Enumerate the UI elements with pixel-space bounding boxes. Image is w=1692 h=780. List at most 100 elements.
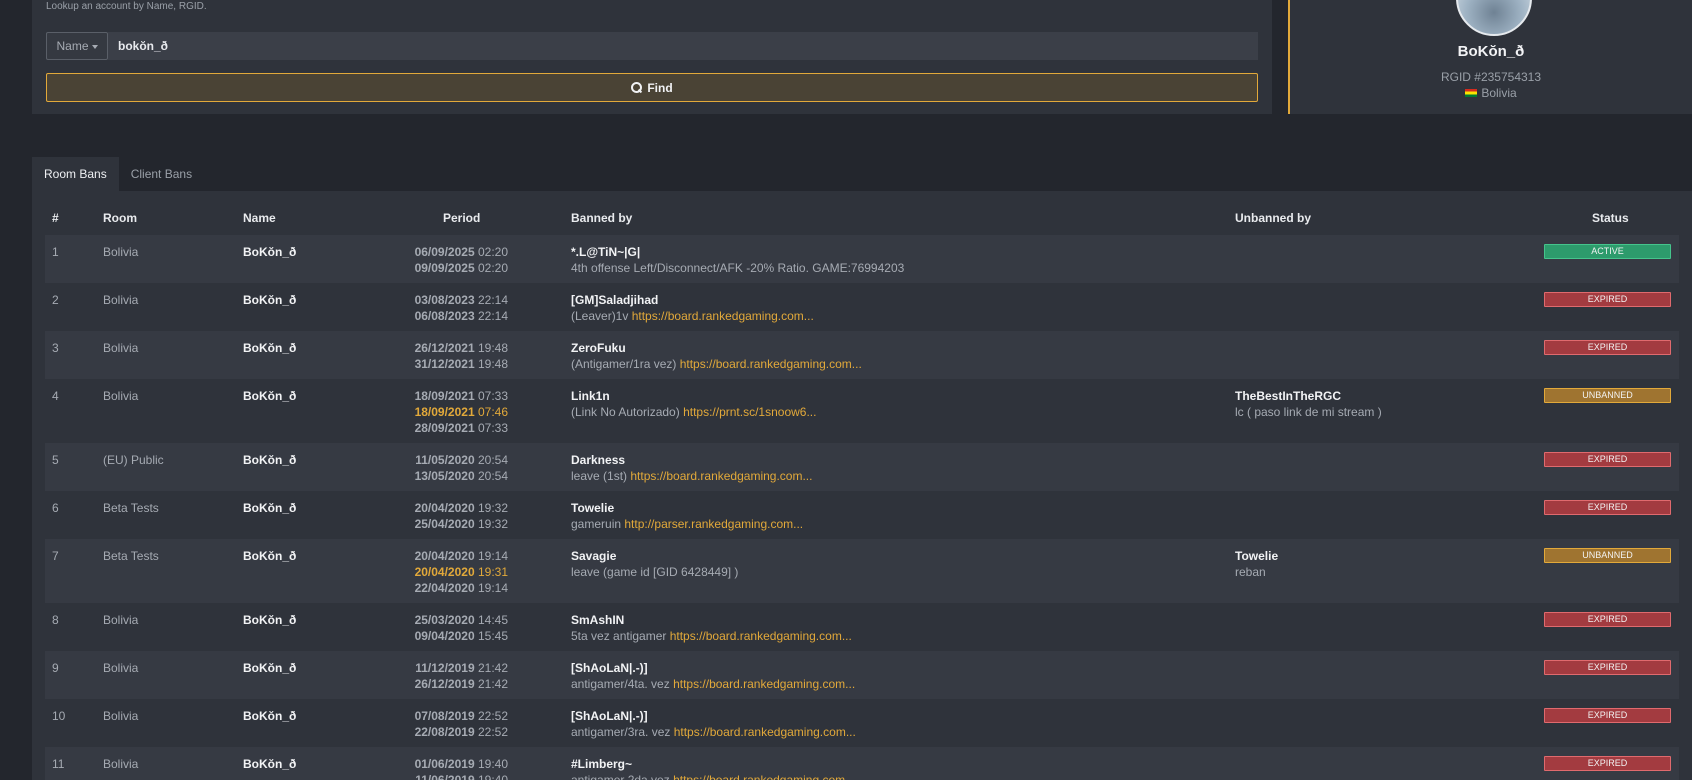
status-badge: UNBANNED — [1544, 388, 1671, 403]
ban-reason: (Antigamer/1ra vez) https://board.ranked… — [571, 356, 862, 372]
search-input[interactable] — [108, 32, 1258, 60]
period-line: 31/12/2021 19:48 — [413, 356, 508, 372]
ban-evidence-link[interactable]: https://prnt.sc/1snoow6... — [683, 405, 816, 419]
row-room: Bolivia — [103, 293, 139, 307]
ban-evidence-link[interactable]: https://board.rankedgaming.com... — [630, 469, 812, 483]
row-number: 9 — [52, 661, 59, 675]
row-player-name[interactable]: BoKŏn_ð — [243, 708, 296, 724]
table-row: 7 Beta Tests BoKŏn_ð 20/04/2020 19:14 20/04/… — [45, 539, 1679, 603]
row-period: 07/08/2019 22:52 22/08/2019 22:52 — [413, 708, 508, 740]
room-bans-table: # Room Name Period Banned by Unbanned by… — [32, 191, 1692, 780]
row-unbanned-by: TheBestInTheRGC lc ( paso link de mi stre… — [1235, 388, 1382, 420]
row-period: 03/08/2023 22:14 06/08/2023 22:14 — [413, 292, 508, 324]
banned-by-name[interactable]: Towelie — [571, 500, 803, 516]
row-banned-by: SmAshIN 5ta vez antigamer https://board.r… — [571, 612, 852, 644]
ban-evidence-link[interactable]: http://parser.rankedgaming.com... — [624, 517, 803, 531]
table-row: 5 (EU) Public BoKŏn_ð 11/05/2020 20:54 13/05… — [45, 443, 1679, 491]
period-time: 19:14 — [477, 549, 508, 563]
find-button[interactable]: Find — [46, 73, 1258, 102]
tab-client-bans[interactable]: Client Bans — [119, 157, 204, 191]
table-body: 1 Bolivia BoKŏn_ð 06/09/2025 02:20 09/09/202… — [45, 235, 1679, 780]
status-badge: EXPIRED — [1544, 500, 1671, 515]
period-line: 11/06/2019 19:40 — [413, 772, 508, 780]
period-time: 02:20 — [477, 261, 508, 275]
header-unbanned-by: Unbanned by — [1235, 211, 1312, 225]
period-date: 31/12/2021 — [414, 357, 475, 371]
ban-reason-text: antigamer 2da vez — [571, 773, 674, 780]
ban-evidence-link[interactable]: https://board.rankedgaming.com... — [674, 725, 856, 739]
unbanned-by-name[interactable]: TheBestInTheRGC — [1235, 388, 1382, 404]
row-player-name[interactable]: BoKŏn_ð — [243, 756, 296, 772]
ban-reason: leave (game id [GID 6428449] ) — [571, 564, 738, 580]
unbanned-by-name[interactable]: Towelie — [1235, 548, 1278, 564]
period-date: 22/08/2019 — [414, 725, 475, 739]
banned-by-name[interactable]: Link1n — [571, 388, 816, 404]
profile-country-label: Bolivia — [1481, 86, 1517, 100]
period-date: 11/06/2019 — [415, 773, 475, 780]
row-player-name[interactable]: BoKŏn_ð — [243, 388, 296, 404]
period-time: 20:54 — [477, 453, 508, 467]
ban-reason-text: antigamer/4ta. vez — [571, 677, 674, 691]
banned-by-name[interactable]: Darkness — [571, 452, 812, 468]
period-time: 20:54 — [477, 469, 508, 483]
ban-reason-text: (Antigamer/1ra vez) — [571, 357, 680, 371]
row-unbanned-by: Towelie reban — [1235, 548, 1278, 580]
search-type-dropdown[interactable]: Name — [46, 32, 108, 60]
tab-room-bans[interactable]: Room Bans — [32, 157, 119, 191]
header-num: # — [52, 211, 59, 225]
period-time: 19:48 — [477, 341, 508, 355]
period-time: 21:42 — [477, 677, 508, 691]
row-player-name[interactable]: BoKŏn_ð — [243, 244, 296, 260]
period-time: 19:14 — [477, 581, 508, 595]
period-time: 19:40 — [477, 757, 508, 771]
row-banned-by: Towelie gameruin http://parser.rankedgami… — [571, 500, 803, 532]
ban-evidence-link[interactable]: https://board.rankedgaming.com... — [673, 677, 855, 691]
status-badge: EXPIRED — [1544, 452, 1671, 467]
status-badge: EXPIRED — [1544, 340, 1671, 355]
period-date: 06/09/2025 — [414, 245, 475, 259]
search-type-label: Name — [56, 39, 89, 53]
row-number: 4 — [52, 389, 59, 403]
ban-evidence-link[interactable]: https://board.rankedgaming.com... — [632, 309, 814, 323]
banned-by-name[interactable]: [GM]Saladjihad — [571, 292, 814, 308]
profile-country: Bolivia — [1290, 86, 1692, 100]
ban-reason-text: leave (1st) — [571, 469, 631, 483]
period-date: 11/12/2019 — [415, 661, 475, 675]
period-time: 19:48 — [477, 357, 508, 371]
row-player-name[interactable]: BoKŏn_ð — [243, 612, 296, 628]
row-number: 7 — [52, 549, 59, 563]
row-player-name[interactable]: BoKŏn_ð — [243, 292, 296, 308]
banned-by-name[interactable]: ZeroFuku — [571, 340, 862, 356]
ban-reason: (Leaver)1v https://board.rankedgaming.co… — [571, 308, 814, 324]
find-button-label: Find — [647, 80, 673, 95]
avatar — [1456, 0, 1532, 36]
period-time: 07:46 — [477, 405, 508, 419]
period-time: 22:14 — [477, 293, 508, 307]
ban-tabs: Room Bans Client Bans — [32, 157, 204, 191]
banned-by-name[interactable]: [ShAoLaN|.-)] — [571, 660, 855, 676]
row-player-name[interactable]: BoKŏn_ð — [243, 340, 296, 356]
row-player-name[interactable]: BoKŏn_ð — [243, 452, 296, 468]
ban-evidence-link[interactable]: https://board.rankedgaming.com... — [670, 629, 852, 643]
banned-by-name[interactable]: *.L@TiN~|G| — [571, 244, 904, 260]
period-date: 20/04/2020 — [414, 501, 475, 515]
period-line: 28/09/2021 07:33 — [413, 420, 508, 436]
ban-evidence-link[interactable]: https://board.rankedgaming.com... — [680, 357, 862, 371]
banned-by-name[interactable]: Savagie — [571, 548, 738, 564]
row-player-name[interactable]: BoKŏn_ð — [243, 660, 296, 676]
row-number: 8 — [52, 613, 59, 627]
banned-by-name[interactable]: #Limberg~ — [571, 756, 855, 772]
search-row: Name — [46, 32, 1258, 60]
banned-by-name[interactable]: SmAshIN — [571, 612, 852, 628]
row-period: 18/09/2021 07:33 18/09/2021 07:46 28/09/20… — [413, 388, 508, 436]
period-time: 19:32 — [477, 501, 508, 515]
banned-by-name[interactable]: [ShAoLaN|.-)] — [571, 708, 856, 724]
ban-reason: (Link No Autorizado) https://prnt.sc/1sn… — [571, 404, 816, 420]
header-room: Room — [103, 211, 137, 225]
ban-reason-text: (Link No Autorizado) — [571, 405, 684, 419]
row-player-name[interactable]: BoKŏn_ð — [243, 548, 296, 564]
ban-reason: 5ta vez antigamer https://board.rankedga… — [571, 628, 852, 644]
row-player-name[interactable]: BoKŏn_ð — [243, 500, 296, 516]
unban-reason: lc ( paso link de mi stream ) — [1235, 405, 1382, 419]
ban-evidence-link[interactable]: https://board.rankedgaming.com... — [673, 773, 855, 780]
